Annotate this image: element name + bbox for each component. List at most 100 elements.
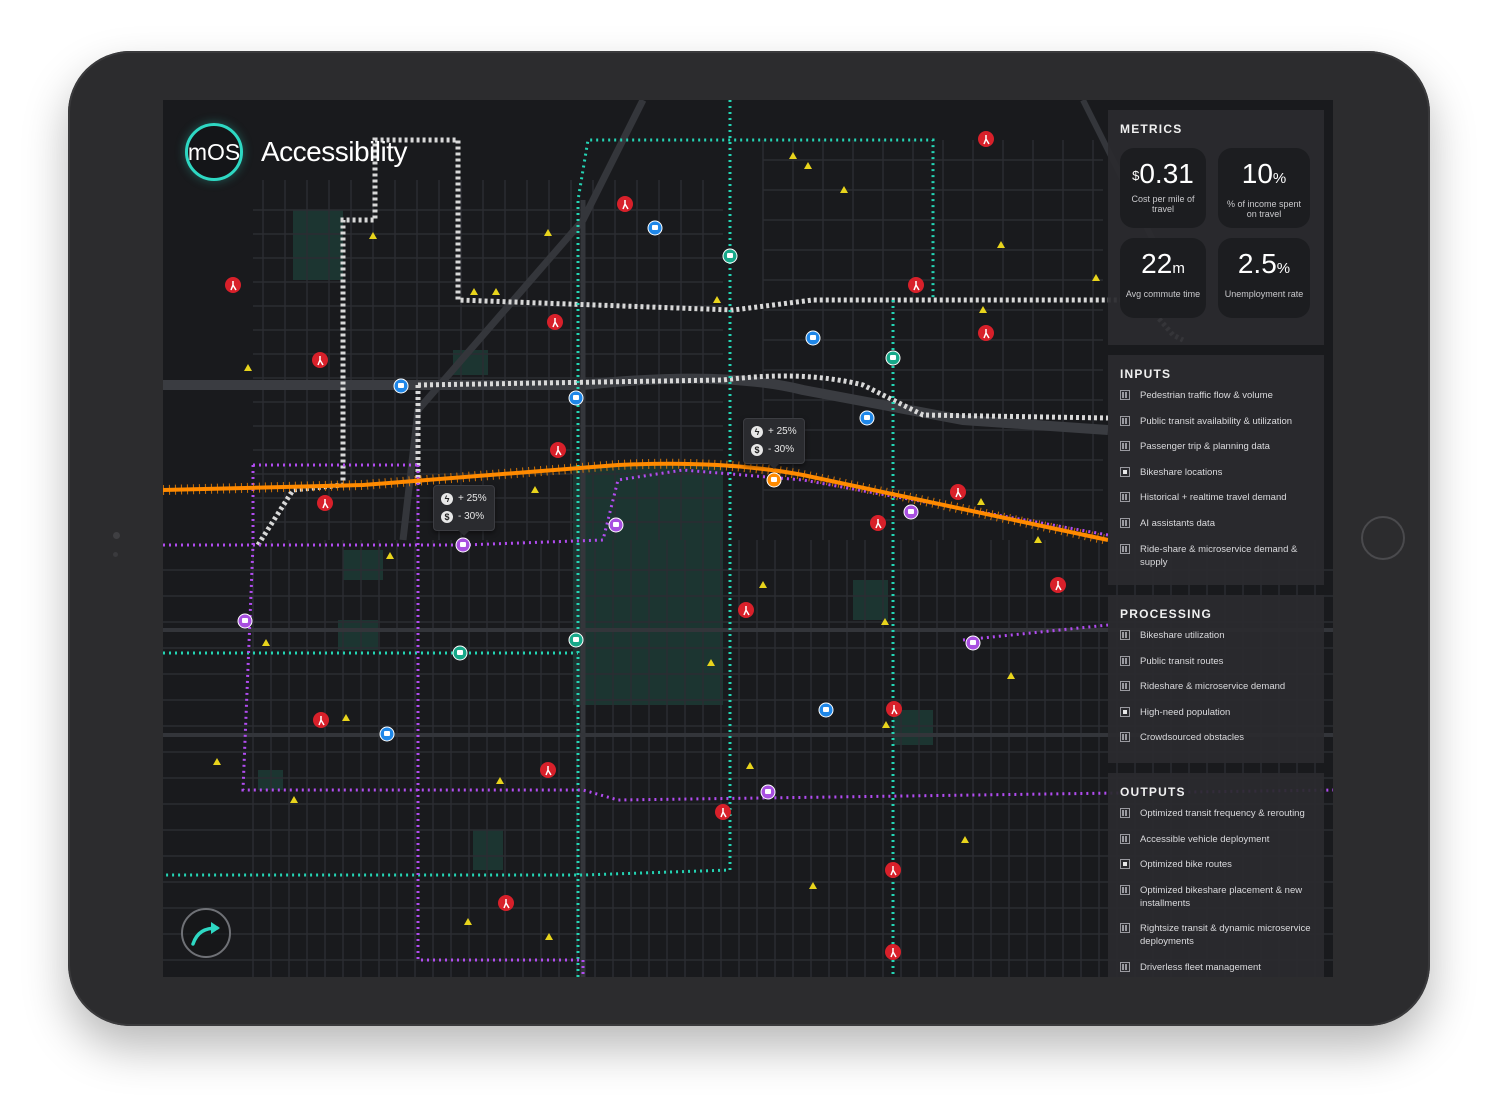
- bus-glyph: [864, 415, 870, 420]
- tooltip-line: - 30%: [458, 511, 485, 522]
- transit-route: [962, 623, 1109, 642]
- outputs-item[interactable]: Optimized transit frequency & rerouting: [1120, 807, 1316, 820]
- hazard-icon: [369, 232, 377, 239]
- camera-dot: [113, 532, 120, 539]
- hazard-icon: [213, 758, 221, 765]
- layer-checkbox[interactable]: [1120, 415, 1130, 426]
- processing-heading: PROCESSING: [1120, 607, 1213, 621]
- inputs-item[interactable]: Historical + realtime travel demand: [1120, 491, 1316, 504]
- inputs-item-label: Bikeshare locations: [1140, 466, 1223, 478]
- layer-checkbox[interactable]: [1120, 884, 1130, 895]
- mos-logo[interactable]: mOS: [185, 123, 243, 181]
- inputs-list: Pedestrian traffic flow & volume Public t…: [1108, 389, 1324, 569]
- tooltip-line: - 30%: [768, 444, 795, 455]
- metric-value: 2.5%: [1218, 248, 1310, 285]
- bus-glyph: [908, 509, 914, 514]
- layer-checkbox[interactable]: [1120, 492, 1130, 503]
- navigate-button[interactable]: [181, 908, 231, 958]
- metric-label: Cost per mile of travel: [1131, 194, 1195, 214]
- bus-glyph: [384, 731, 390, 736]
- sensor-dot: [113, 552, 118, 557]
- metric-value: $0.31: [1120, 158, 1206, 190]
- hazard-icon: [997, 241, 1005, 248]
- bus-glyph: [727, 253, 733, 258]
- outputs-heading: OUTPUTS: [1120, 785, 1186, 799]
- bus-glyph: [398, 383, 404, 388]
- inputs-item[interactable]: AI assistants data: [1120, 517, 1316, 530]
- bus-glyph: [573, 637, 579, 642]
- outputs-item-label: Optimized transit frequency & rerouting: [1140, 808, 1305, 819]
- layer-checkbox[interactable]: [1120, 681, 1130, 692]
- inputs-item[interactable]: Pedestrian traffic flow & volume: [1120, 389, 1316, 402]
- layer-checkbox[interactable]: [1120, 961, 1130, 972]
- metric-tile[interactable]: $0.31 Cost per mile of travel: [1120, 148, 1206, 228]
- layer-checkbox[interactable]: [1120, 706, 1130, 717]
- inputs-item-label: Pedestrian traffic flow & volume: [1140, 390, 1273, 401]
- outputs-item-label: Accessible vehicle deployment: [1140, 833, 1270, 845]
- layer-checkbox[interactable]: [1120, 923, 1130, 934]
- processing-item[interactable]: Rideshare & microservice demand: [1120, 680, 1316, 693]
- outputs-item-label: Driverless fleet management: [1140, 961, 1261, 973]
- metric-tile[interactable]: 2.5% Unemployment rate: [1218, 238, 1310, 318]
- hazard-icon: [789, 152, 797, 159]
- inputs-item-label: Public transit availability & utilizatio…: [1140, 415, 1293, 427]
- hazard-icon: [290, 796, 298, 803]
- app-screen: mOS Accessibility ϟ + 25% $ - 30% ϟ + 25% $…: [163, 100, 1333, 977]
- bus-glyph: [652, 225, 658, 230]
- processing-item-label: High-need population: [1140, 706, 1231, 718]
- metrics-grid: $0.31 Cost per mile of travel 10% % of inco…: [1120, 148, 1324, 318]
- processing-item-label: Bikeshare utilization: [1140, 630, 1225, 641]
- layer-checkbox[interactable]: [1120, 543, 1130, 554]
- processing-item-label: Rideshare & microservice demand: [1140, 681, 1286, 693]
- processing-item[interactable]: High-need population: [1120, 706, 1316, 719]
- inputs-item[interactable]: Bikeshare locations: [1120, 466, 1316, 479]
- inputs-item[interactable]: Public transit availability & utilizatio…: [1120, 415, 1316, 428]
- layer-checkbox[interactable]: [1120, 859, 1130, 870]
- outputs-item[interactable]: Driverless fleet management: [1120, 961, 1316, 974]
- hazard-icon: [386, 552, 394, 559]
- bus-glyph: [771, 477, 777, 482]
- hazard-icon: [470, 288, 478, 295]
- bus-glyph: [765, 789, 771, 794]
- layer-checkbox[interactable]: [1120, 466, 1130, 477]
- outputs-item[interactable]: Optimized bikeshare placement & new inst…: [1120, 884, 1316, 910]
- layer-checkbox[interactable]: [1120, 833, 1130, 844]
- layer-checkbox[interactable]: [1120, 517, 1130, 528]
- outputs-list: Optimized transit frequency & rerouting A…: [1108, 807, 1324, 974]
- layer-checkbox[interactable]: [1120, 630, 1130, 640]
- metric-tile[interactable]: 22m Avg commute time: [1120, 238, 1206, 318]
- layer-checkbox[interactable]: [1120, 732, 1130, 743]
- outputs-item-label: Optimized bikeshare placement & new inst…: [1140, 884, 1303, 909]
- home-button[interactable]: [1361, 516, 1405, 560]
- layer-checkbox[interactable]: [1120, 655, 1130, 666]
- hazard-icon: [262, 639, 270, 646]
- metric-value: 10%: [1218, 158, 1310, 195]
- hazard-icon: [492, 288, 500, 295]
- map-tooltip: ϟ + 25% $ - 30%: [433, 485, 495, 536]
- metric-number: 22: [1141, 248, 1173, 279]
- metrics-heading: METRICS: [1120, 122, 1183, 136]
- metric-tile[interactable]: 10% % of income spent on travel: [1218, 148, 1310, 228]
- metric-label: Avg commute time: [1125, 289, 1201, 299]
- processing-item[interactable]: Bikeshare utilization: [1120, 629, 1316, 642]
- outputs-item[interactable]: Optimized bike routes: [1120, 858, 1316, 871]
- layer-checkbox[interactable]: [1120, 390, 1130, 400]
- outputs-item[interactable]: Accessible vehicle deployment: [1120, 833, 1316, 846]
- bus-glyph: [810, 335, 816, 340]
- bus-glyph: [242, 618, 248, 623]
- inputs-item[interactable]: Ride-share & microservice demand & suppl…: [1120, 543, 1316, 569]
- processing-item[interactable]: Crowdsourced obstacles: [1120, 731, 1316, 744]
- layer-checkbox[interactable]: [1120, 808, 1130, 818]
- hazard-icon: [464, 918, 472, 925]
- hazard-icon: [759, 581, 767, 588]
- hazard-icon: [531, 486, 539, 493]
- park-area: [893, 710, 933, 745]
- metric-unit: %: [1272, 170, 1287, 187]
- curved-arrow-icon: [191, 922, 220, 946]
- hazard-icon: [809, 882, 817, 889]
- processing-item[interactable]: Public transit routes: [1120, 655, 1316, 668]
- outputs-item[interactable]: Rightsize transit & dynamic microservice…: [1120, 922, 1316, 948]
- inputs-item[interactable]: Passenger trip & planning data: [1120, 440, 1316, 453]
- layer-checkbox[interactable]: [1120, 441, 1130, 452]
- highway: [163, 373, 1109, 435]
